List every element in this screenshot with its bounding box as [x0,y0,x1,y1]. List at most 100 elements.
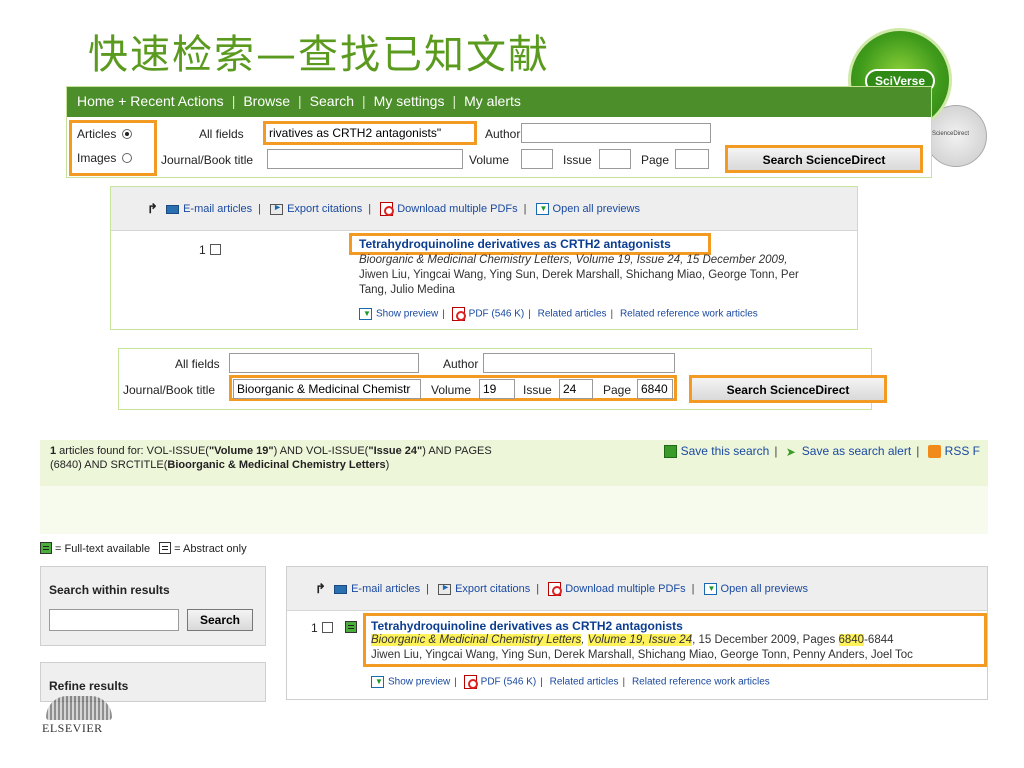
images-radio[interactable] [122,153,133,163]
full-text-label: = Full-text available [55,543,151,555]
pdf-link-2[interactable]: PDF (546 K) [481,677,537,688]
quick-search-panel: Home + Recent Actions | Browse | Search | My s… [66,86,932,178]
result-authors: Jiwen Liu, Yingcai Wang, Ying Sun, Derek… [359,269,799,281]
result-title-link-2[interactable]: Tetrahydroquinoline derivatives as CRTH2… [371,619,683,633]
search-within-button[interactable]: Search [187,609,253,631]
result-links: Show preview| PDF (546 K)| Related artic… [359,307,758,321]
volume-input[interactable] [521,149,553,169]
result-title-link[interactable]: Tetrahydroquinoline derivatives as CRTH2… [359,237,671,251]
pdf-link[interactable]: PDF (546 K) [469,309,525,320]
images-label: Images [77,151,117,165]
search-within-box: Search within results Search [40,566,266,646]
result-checkbox-2[interactable] [321,622,333,633]
show-preview-link[interactable]: Show preview [376,309,438,320]
preview-icon [359,308,372,320]
pdf-icon [463,675,478,689]
elsevier-logo: ELSEVIER [40,694,120,735]
availability-legend: = Full-text available = Abstract only [40,542,247,555]
issue-input[interactable] [599,149,631,169]
result-links-2: Show preview| PDF (546 K)| Related artic… [371,675,770,689]
save-icon [663,445,677,459]
search-sciencedirect-button[interactable]: Search ScienceDirect [725,145,923,173]
open-previews-link[interactable]: Open all previews [553,203,640,215]
results-toolbar-top: ↱ E-mail articles| Export citations| Dow… [111,187,857,231]
all-fields-input-2[interactable] [229,353,419,373]
arrow-icon: ↱ [147,201,158,216]
elsevier-tree-icon [46,696,112,720]
download-pdfs-link-2[interactable]: Download multiple PDFs [565,583,685,595]
preview-icon [703,583,717,595]
empty-band [40,486,988,534]
related-reference-link[interactable]: Related reference work articles [620,309,758,320]
issue-input-2[interactable]: 24 [559,379,593,399]
author-input-2[interactable] [483,353,675,373]
results-panel-top: ↱ E-mail articles| Export citations| Dow… [110,186,858,330]
related-reference-link-2[interactable]: Related reference work articles [632,677,770,688]
alert-icon: ➤ [785,444,796,459]
full-text-icon [345,621,357,633]
nav-search[interactable]: Search [310,93,354,109]
journal-input[interactable] [267,149,463,169]
nav-browse[interactable]: Browse [243,93,290,109]
elsevier-wordmark: ELSEVIER [42,721,103,735]
issue-label-2: Issue [523,383,552,397]
email-articles-link-2[interactable]: E-mail articles [351,583,420,595]
email-articles-link[interactable]: E-mail articles [183,203,252,215]
rss-link[interactable]: RSS F [945,444,980,458]
export-citations-link-2[interactable]: Export citations [455,583,530,595]
download-pdfs-link[interactable]: Download multiple PDFs [397,203,517,215]
save-actions: Save this search | ➤ Save as search alert |… [663,444,980,459]
related-articles-link[interactable]: Related articles [538,309,607,320]
journal-input-2[interactable]: Bioorganic & Medicinal Chemistr [233,379,421,399]
result-checkbox[interactable] [209,244,221,255]
page-label-2: Page [603,383,632,397]
result-authors-cont: Tang, Julio Medina [359,284,455,296]
export-icon [438,582,452,595]
pdf-icon [380,202,395,216]
arrow-icon: ↱ [315,581,326,596]
result-citation-2: Bioorganic & Medicinal Chemistry Letters… [371,634,894,646]
nav-my-alerts[interactable]: My alerts [464,93,521,109]
mail-icon [166,204,180,214]
search-within-input[interactable] [49,609,179,631]
page-input-2[interactable]: 6840 [637,379,673,399]
page-input[interactable] [675,149,709,169]
save-alert-link[interactable]: Save as search alert [802,444,911,458]
sciencedirect-badge-text: ScienceDirect [932,131,970,137]
main-nav: Home + Recent Actions | Browse | Search | My s… [67,87,931,117]
nav-home[interactable]: Home + Recent Actions [77,93,224,109]
page-label: Page [641,153,670,167]
volume-input-2[interactable]: 19 [479,379,515,399]
nav-my-settings[interactable]: My settings [374,93,445,109]
preview-icon [371,676,384,688]
author-input[interactable] [521,123,711,143]
volume-label-2: Volume [431,383,472,397]
volume-label: Volume [469,153,510,167]
result-authors-2: Jiwen Liu, Yingcai Wang, Ying Sun, Derek… [371,649,913,661]
results-toolbar-bottom: ↱ E-mail articles| Export citations| Dow… [287,567,987,611]
images-option[interactable]: Images [77,151,133,165]
rss-icon [927,445,941,459]
save-search-link[interactable]: Save this search [681,444,770,458]
issue-label: Issue [563,153,592,167]
open-previews-link-2[interactable]: Open all previews [721,583,808,595]
results-panel-bottom: ↱ E-mail articles| Export citations| Dow… [286,566,988,700]
result-number-2: 1 [311,621,333,635]
all-fields-input[interactable]: rivatives as CRTH2 antagonists" [263,121,477,145]
pdf-icon [548,582,563,596]
export-citations-link[interactable]: Export citations [287,203,362,215]
abstract-label: = Abstract only [174,543,247,555]
author-label-2: Author [443,357,479,371]
show-preview-link-2[interactable]: Show preview [388,677,450,688]
journal-label-2: Journal/Book title [123,383,216,397]
articles-radio[interactable] [122,129,133,139]
author-label: Author [485,127,521,141]
refined-search-panel: All fields Author Journal/Book title Bio… [118,348,887,410]
articles-option[interactable]: Articles [77,127,133,141]
search-sciencedirect-button-2[interactable]: Search ScienceDirect [689,375,887,403]
related-articles-link-2[interactable]: Related articles [550,677,619,688]
abstract-icon [159,542,172,554]
articles-label: Articles [77,127,117,141]
all-fields-label: All fields [199,127,244,141]
journal-label: Journal/Book title [161,153,254,167]
